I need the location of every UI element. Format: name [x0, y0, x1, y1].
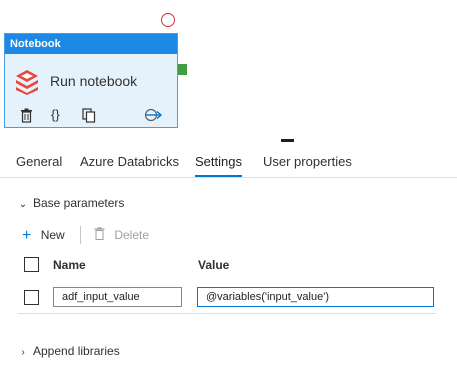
parameter-value-input[interactable]: @variables('input_value') — [197, 287, 434, 307]
activity-name: Run notebook — [50, 73, 138, 89]
row-checkbox[interactable] — [24, 290, 39, 305]
chevron-right-icon: › — [21, 347, 25, 358]
active-tab-indicator — [195, 175, 242, 177]
delete-parameter-button[interactable]: Delete — [94, 226, 149, 242]
activity-type-header: Notebook — [5, 34, 177, 54]
base-parameters-toggle[interactable]: ⌄ Base parameters — [17, 196, 125, 210]
activity-body: Run notebook {} — [5, 54, 177, 128]
plus-icon: + — [22, 227, 32, 244]
code-braces-icon[interactable]: {} — [51, 107, 60, 125]
databricks-icon — [15, 69, 39, 95]
toolbar-separator — [80, 226, 81, 244]
tab-user-properties[interactable]: User properties — [263, 154, 352, 169]
column-header-value: Value — [198, 258, 230, 272]
select-all-checkbox[interactable] — [24, 257, 39, 272]
pipeline-canvas: Notebook Run notebook {} — [0, 0, 457, 142]
row-divider — [18, 313, 436, 314]
notebook-activity-node[interactable]: Notebook Run notebook {} — [4, 33, 178, 128]
success-output-handle[interactable] — [178, 64, 187, 75]
tab-general[interactable]: General — [16, 154, 62, 169]
tab-azure-databricks[interactable]: Azure Databricks — [80, 154, 179, 169]
parameter-name-input[interactable]: adf_input_value — [53, 287, 182, 307]
append-libraries-label: Append libraries — [33, 344, 120, 358]
properties-tabs: General Azure Databricks Settings User p… — [0, 142, 457, 178]
activity-actions: {} — [5, 107, 177, 128]
append-libraries-toggle[interactable]: › Append libraries — [17, 344, 120, 358]
failure-output-handle[interactable] — [161, 13, 175, 27]
delete-icon — [94, 227, 108, 242]
base-parameters-label: Base parameters — [33, 196, 125, 210]
new-parameter-button[interactable]: + New — [22, 226, 65, 244]
column-header-name: Name — [53, 258, 86, 272]
delete-icon[interactable] — [20, 108, 33, 126]
tab-settings[interactable]: Settings — [195, 154, 242, 169]
connect-output-icon[interactable] — [144, 108, 164, 126]
chevron-down-icon: ⌄ — [18, 199, 28, 210]
copy-icon[interactable] — [82, 108, 96, 126]
